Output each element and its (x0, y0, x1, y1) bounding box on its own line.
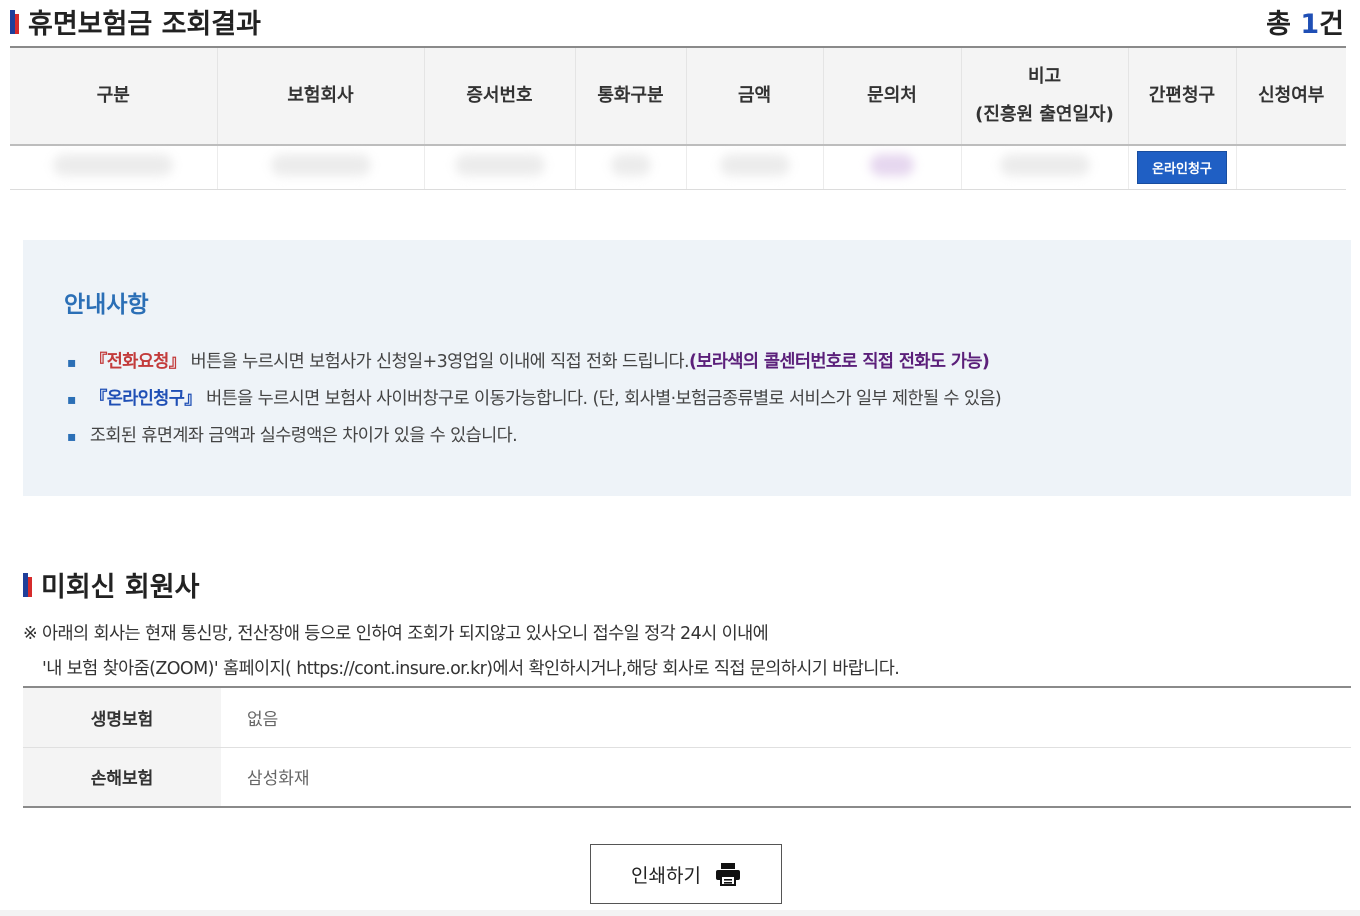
table-row: 손해보험 삼성화재 (23, 747, 1351, 808)
col-remarks-sub: (진흥원 출연일자) (975, 104, 1114, 125)
redacted-value (454, 154, 545, 177)
row-label-life: 생명보험 (23, 686, 221, 748)
non-response-table: 생명보험 없음 손해보험 삼성화재 (23, 686, 1351, 808)
col-category: 구분 (10, 46, 217, 146)
table-row: 생명보험 없음 (23, 686, 1351, 748)
col-policy-number: 증서번호 (423, 46, 575, 146)
total-number: 1 (1300, 9, 1320, 40)
cell-policy-number (423, 145, 575, 190)
printer-icon (715, 863, 740, 886)
online-claim-button[interactable]: 온라인청구 (1137, 150, 1227, 184)
guide-item-online: 『온라인청구』 버튼을 누르시면 보험사 사이버창구로 이동가능합니다. (단,… (67, 381, 1002, 418)
cell-remarks (960, 145, 1128, 190)
non-response-section-title: 미회신 회원사 (23, 565, 199, 604)
guide-item-text: 버튼을 누르시면 보험사 사이버창구로 이동가능합니다. (단, 회사별·보험금… (206, 389, 1002, 409)
redacted-value (870, 154, 914, 177)
guide-item-highlight: (보라색의 콜센터번호로 직접 전화도 가능) (688, 352, 990, 372)
guide-item-text: 조회된 휴면계좌 금액과 실수령액은 차이가 있을 수 있습니다. (89, 426, 518, 446)
cell-amount (685, 145, 823, 190)
print-button[interactable]: 인쇄하기 (590, 844, 782, 904)
redacted-value (270, 154, 371, 177)
redacted-value (999, 154, 1090, 177)
col-application-status: 신청여부 (1235, 46, 1346, 146)
redacted-value (610, 154, 651, 177)
cell-currency (574, 145, 686, 190)
cell-insurer (216, 145, 424, 190)
print-button-label: 인쇄하기 (631, 864, 701, 887)
non-response-note-line2: '내 보험 찾아줌(ZOOM)' 홈페이지( https://cont.insu… (42, 659, 900, 679)
col-remarks-label: 비고 (1027, 66, 1062, 87)
result-table: 구분 보험회사 증서번호 통화구분 금액 문의처 비고 (진흥원 출연일자) 간편… (10, 46, 1346, 190)
col-contact: 문의처 (822, 46, 961, 146)
col-currency: 통화구분 (574, 46, 686, 146)
guide-item-amount: 조회된 휴면계좌 금액과 실수령액은 차이가 있을 수 있습니다. (67, 418, 1001, 455)
guide-list: 『전화요청』 버튼을 누르시면 보험사가 신청일+3영업일 이내에 직접 전화 … (67, 344, 1002, 455)
row-label-non-life: 손해보험 (23, 747, 221, 808)
result-title-text: 휴면보험금 조회결과 (28, 9, 261, 40)
online-claim-key: 『온라인청구』 (89, 389, 202, 409)
total-prefix: 총 (1266, 9, 1301, 40)
table-row: 온라인청구 (10, 145, 1346, 190)
page-bottom-strip (0, 910, 1360, 916)
total-count: 총 1건 (1266, 2, 1344, 41)
col-quick-claim: 간편청구 (1127, 46, 1236, 146)
result-table-header: 구분 보험회사 증서번호 통화구분 금액 문의처 비고 (진흥원 출연일자) 간편… (10, 46, 1346, 146)
result-section-title: 휴면보험금 조회결과 (10, 2, 261, 41)
non-response-title-text: 미회신 회원사 (41, 572, 200, 603)
redacted-value (53, 154, 174, 177)
guide-title: 안내사항 (64, 292, 149, 318)
guide-box: 안내사항 『전화요청』 버튼을 누르시면 보험사가 신청일+3영업일 이내에 직… (23, 240, 1351, 496)
guide-item-text: 버튼을 누르시면 보험사가 신청일+3영업일 이내에 직접 전화 드립니다. (190, 352, 690, 372)
cell-contact (822, 145, 961, 190)
phone-request-key: 『전화요청』 (89, 352, 186, 372)
row-value-life: 없음 (221, 686, 1351, 748)
col-insurer: 보험회사 (216, 46, 424, 146)
guide-item-phone: 『전화요청』 버튼을 누르시면 보험사가 신청일+3영업일 이내에 직접 전화 … (67, 344, 1001, 381)
redacted-value (719, 154, 790, 177)
row-value-non-life: 삼성화재 (221, 747, 1351, 808)
cell-category (10, 145, 217, 190)
non-response-note-line1: ※ 아래의 회사는 현재 통신망, 전산장애 등으로 인하여 조회가 되지않고 … (23, 624, 769, 644)
flag-bar-icon (23, 572, 32, 597)
flag-bar-icon (10, 9, 19, 34)
cell-quick-claim: 온라인청구 (1127, 145, 1236, 190)
cell-application-status (1235, 145, 1346, 190)
col-remarks: 비고 (진흥원 출연일자) (960, 46, 1128, 146)
total-suffix: 건 (1319, 9, 1344, 40)
col-amount: 금액 (685, 46, 823, 146)
